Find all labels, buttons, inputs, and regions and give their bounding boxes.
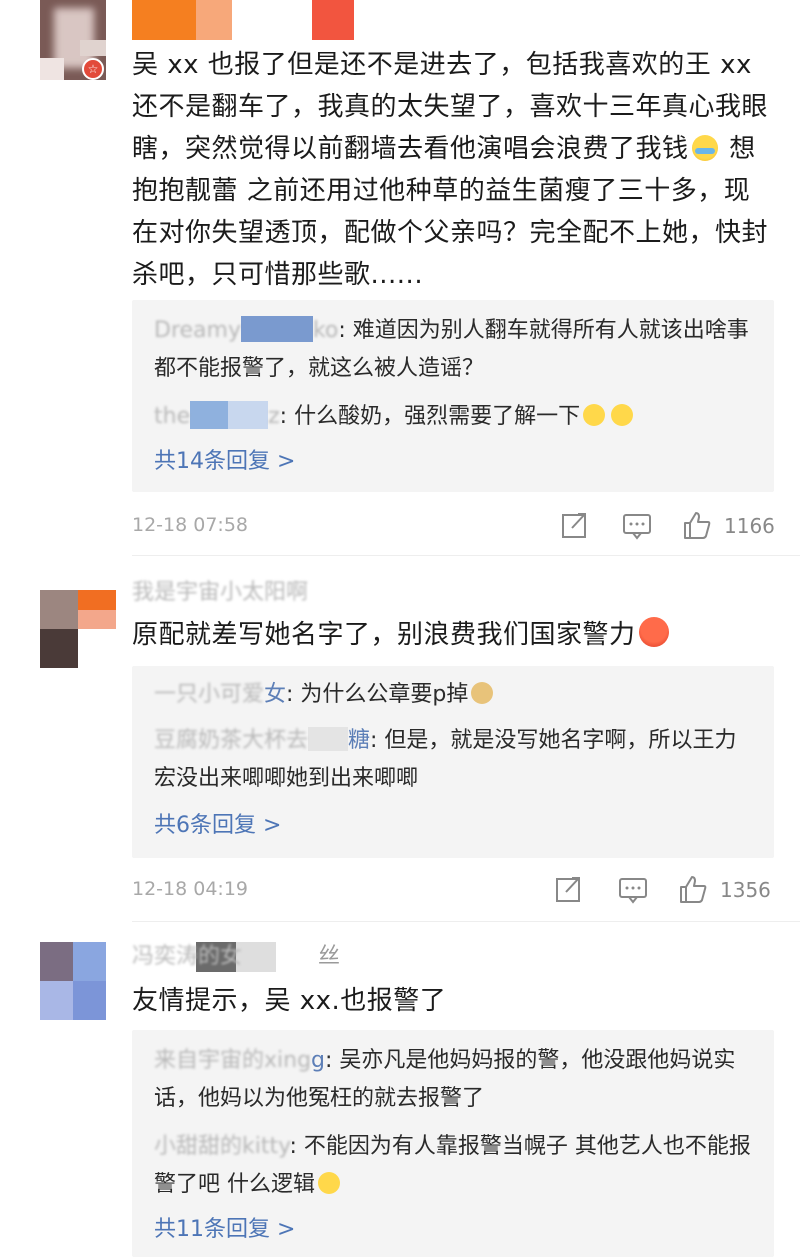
share-icon[interactable] bbox=[560, 510, 590, 540]
reply-box: 来自宇宙的xingg: 吴亦凡是他妈妈报的警，他没跟他妈说实话，他妈以为他冤枉的… bbox=[132, 1030, 774, 1257]
username-tail[interactable]: 丝 bbox=[318, 940, 340, 974]
comment-meta: 12-18 04:19 1356 bbox=[132, 870, 772, 910]
crying-emoji-icon bbox=[611, 404, 634, 426]
reply-item[interactable]: 豆腐奶茶大杯去 糖: 但是，就是没写她名字啊，所以王力宏没出来唧唧她到出来唧唧 bbox=[154, 722, 754, 798]
username[interactable]: 我是宇宙小太阳啊 bbox=[132, 576, 308, 610]
username-mosaic[interactable] bbox=[132, 0, 196, 40]
reply-username[interactable]: the bbox=[154, 404, 190, 429]
reply-item[interactable]: Dreamy ko: 难道因为别人翻车就得所有人就该出啥事都不能报警了，就这么被人… bbox=[154, 312, 754, 388]
username-mosaic bbox=[240, 316, 313, 342]
username-mosaic bbox=[190, 401, 229, 429]
verified-badge-icon: ☆ bbox=[82, 58, 104, 80]
comment-icon[interactable] bbox=[622, 510, 652, 540]
comment-body: 原配就差写她名字了，别浪费我们国家警力 bbox=[132, 614, 772, 656]
comment-2: 我是宇宙小太阳啊 原配就差写她名字了，别浪费我们国家警力 一只小可爱女: 为什么… bbox=[0, 556, 800, 922]
reply-item[interactable]: 小甜甜的kitty: 不能因为有人靠报警当幌子 其他艺人也不能报警了吧 什么逻辑 bbox=[154, 1128, 754, 1204]
timestamp: 12-18 04:19 bbox=[132, 878, 249, 900]
reply-item[interactable]: the z: 什么酸奶，强烈需要了解一下 bbox=[154, 398, 754, 436]
avatar[interactable] bbox=[40, 942, 106, 1020]
like-icon[interactable] bbox=[682, 510, 712, 540]
share-icon[interactable] bbox=[554, 874, 584, 904]
comment-body: 吴 xx 也报了但是还不是进去了，包括我喜欢的王 xx 还不是翻车了，我真的太失… bbox=[132, 50, 769, 290]
timestamp: 12-18 07:58 bbox=[132, 514, 249, 536]
like-count: 1356 bbox=[720, 878, 771, 902]
reply-box: 一只小可爱女: 为什么公章要p掉 豆腐奶茶大杯去 糖: 但是，就是没写她名字啊，所… bbox=[132, 666, 774, 858]
comment-3: 冯奕涛的女 丝 友情提示，吴 xx.也报警了 来自宇宙的xingg: 吴亦凡是他… bbox=[0, 922, 800, 1257]
comment-1: ☆ 吴 xx 也报了但是还不是进去了，包括我喜欢的王 xx 还不是翻车了，我真的… bbox=[0, 0, 800, 556]
username[interactable]: 冯奕涛的女 bbox=[132, 940, 332, 974]
laughing-crying-emoji-icon bbox=[691, 135, 718, 161]
reply-username[interactable]: 豆腐奶茶大杯去 bbox=[154, 728, 308, 753]
reply-item[interactable]: 一只小可爱女: 为什么公章要p掉 bbox=[154, 676, 754, 714]
reply-username[interactable]: 小甜甜的kitty bbox=[154, 1134, 290, 1159]
avatar[interactable] bbox=[40, 590, 116, 668]
doge-emoji-icon bbox=[471, 682, 494, 704]
reply-item[interactable]: 来自宇宙的xingg: 吴亦凡是他妈妈报的警，他没跟他妈说实话，他妈以为他冤枉的… bbox=[154, 1042, 754, 1118]
more-replies-link[interactable]: 共14条回复 > bbox=[154, 444, 295, 480]
reply-username[interactable]: 来自宇宙的xing bbox=[154, 1048, 311, 1073]
more-replies-link[interactable]: 共11条回复 > bbox=[154, 1212, 295, 1248]
crying-emoji-icon bbox=[583, 404, 606, 426]
comment-icon[interactable] bbox=[618, 874, 648, 904]
comment-body: 友情提示，吴 xx.也报警了 bbox=[132, 986, 447, 1016]
like-icon[interactable] bbox=[678, 874, 708, 904]
smile-emoji-icon bbox=[318, 1172, 340, 1194]
more-replies-link[interactable]: 共6条回复 > bbox=[154, 808, 281, 844]
reply-username[interactable]: 一只小可爱 bbox=[154, 682, 264, 707]
angry-emoji-icon bbox=[638, 617, 669, 647]
reply-username[interactable]: Dreamy bbox=[154, 318, 241, 343]
reply-box: Dreamy ko: 难道因为别人翻车就得所有人就该出啥事都不能报警了，就这么被人… bbox=[132, 300, 774, 492]
comment-meta: 12-18 07:58 1166 bbox=[132, 506, 775, 546]
like-count: 1166 bbox=[724, 514, 775, 538]
